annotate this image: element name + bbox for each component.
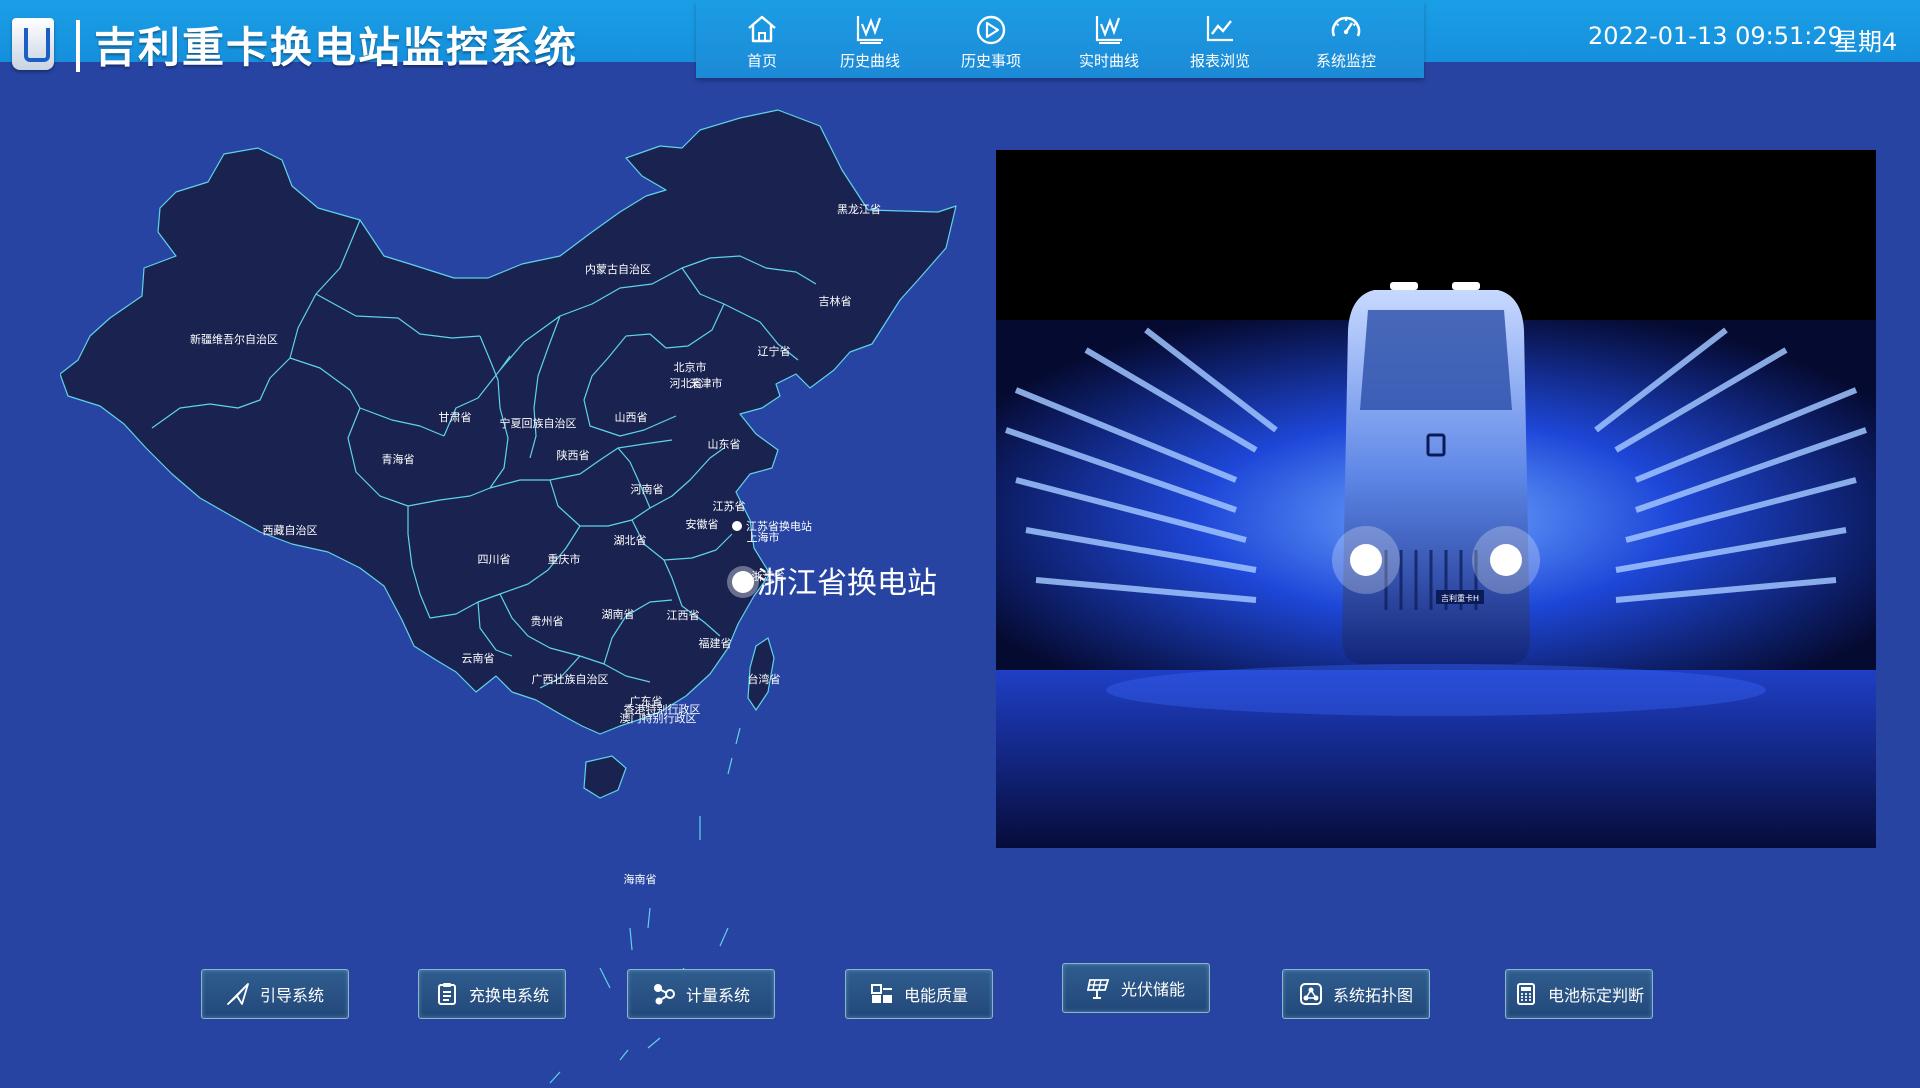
province-label: 内蒙古自治区 [585,262,651,276]
province-label: 河南省 [631,483,664,496]
button-label: 电池标定判断 [1547,986,1644,1005]
nav-label: 实时曲线 [1078,52,1139,70]
play-circle-icon [976,15,1006,45]
province-label: 西藏自治区 [263,523,318,537]
province-label: 北京市 [674,360,707,374]
nav-label: 历史曲线 [839,52,900,70]
province-label: 湖南省 [602,608,635,621]
province-label: 江西省 [667,609,700,622]
meter-icon [653,984,675,1005]
system-topology-button[interactable]: 系统拓扑图 [1282,969,1430,1019]
gauge-icon [1331,16,1361,37]
charge-swap-system-button[interactable]: 充换电系统 [418,969,566,1019]
solar-panel-icon [1086,979,1110,999]
truck-photo-illustration: 吉利重卡H [996,150,1876,848]
province-label: 黑龙江省 [837,203,881,216]
button-label: 系统拓扑图 [1332,986,1413,1005]
line-chart-icon [1206,16,1233,42]
button-label: 充换电系统 [468,986,549,1005]
button-label: 计量系统 [685,986,750,1005]
province-label: 吉林省 [819,294,852,308]
province-label: 宁夏回族自治区 [500,416,577,430]
weekday: 星期4 [1834,28,1898,56]
province-label: 青海省 [382,452,415,466]
title-divider [76,20,80,72]
pv-storage-button[interactable]: 光伏储能 [1062,963,1210,1013]
province-label: 广西壮族自治区 [532,672,609,686]
nav-label: 历史事项 [960,52,1021,70]
province-label: 安徽省 [686,517,719,531]
metering-system-button[interactable]: 计量系统 [627,969,775,1019]
paper-plane-icon [227,983,249,1005]
province-label: 新疆维吾尔自治区 [190,332,278,346]
guidance-system-button[interactable]: 引导系统 [201,969,349,1019]
province-label: 重庆市 [548,552,581,566]
nav-label: 系统监控 [1315,52,1376,70]
top-nav: 首页 历史曲线 历史事项 实时曲线 报表浏览 系统监控 [696,0,1424,78]
province-label: 甘肃省 [439,411,472,424]
logo-icon [12,18,54,70]
calculator-icon [1516,983,1535,1005]
button-label: 引导系统 [259,986,324,1005]
province-label: 贵州省 [531,615,564,628]
button-label: 光伏储能 [1120,980,1185,999]
province-label: 台湾省 [748,672,781,686]
province-label: 陕西省 [557,448,590,462]
station-label-jiangsu: 江苏省换电站 [746,519,812,533]
topology-icon [1299,983,1322,1005]
province-label: 辽宁省 [758,344,791,358]
province-label: 江苏省 [713,500,746,513]
province-label: 山东省 [708,438,741,451]
province-label: 云南省 [462,652,495,665]
province-label: 天津市 [690,376,723,390]
province-label: 山西省 [615,411,648,424]
home-icon [748,15,776,43]
truck-photo: 吉利重卡H [996,150,1876,848]
power-quality-button[interactable]: 电能质量 [845,969,993,1019]
clipboard-icon [437,983,456,1005]
hainan-shape [583,755,627,799]
province-label: 湖北省 [614,534,647,547]
station-marker-zhejiang[interactable] [732,571,754,593]
province-label: 四川省 [478,553,511,566]
button-label: 电能质量 [903,986,968,1005]
power-quality-icon [870,984,892,1003]
islands-line [549,727,741,1084]
truck-badge: 吉利重卡H [1441,593,1479,603]
nav-label: 报表浏览 [1189,52,1250,70]
nav-history-curve[interactable]: 历史曲线 [820,8,920,76]
province-label: 海南省 [624,872,657,886]
nav-report-browse[interactable]: 报表浏览 [1170,8,1270,76]
nav-realtime-curve[interactable]: 实时曲线 [1059,8,1159,76]
realtime-curve-icon [1095,16,1122,44]
app-title: 吉利重卡换电站监控系统 [94,23,579,72]
datetime: 2022-01-13 09:51:29 [1588,22,1843,50]
province-label: 澳门特别行政区 [620,711,697,725]
nav-label: 首页 [746,52,777,70]
station-marker-jiangsu[interactable] [732,521,742,531]
nav-home[interactable]: 首页 [712,8,812,76]
battery-calibration-button[interactable]: 电池标定判断 [1505,969,1653,1019]
province-label: 福建省 [699,636,732,650]
history-curve-icon [856,16,883,44]
china-map[interactable]: 黑龙江省 吉林省 辽宁省 内蒙古自治区 新疆维吾尔自治区 北京市 河北省 天津市… [60,108,970,1088]
nav-history-events[interactable]: 历史事项 [941,8,1041,76]
station-label-zhejiang: 浙江省换电站 [757,566,937,601]
nav-system-monitor[interactable]: 系统监控 [1296,8,1396,76]
